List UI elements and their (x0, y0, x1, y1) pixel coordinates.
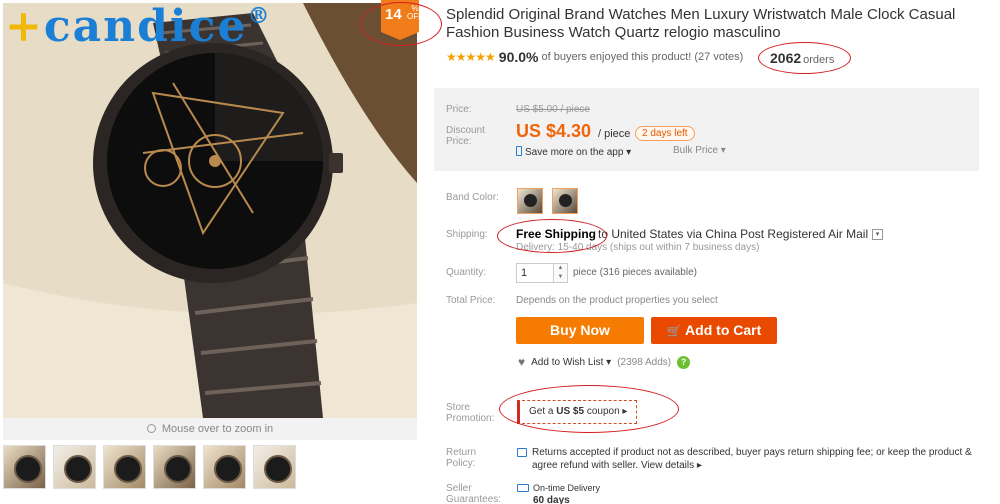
quantity-stepper[interactable]: ▲ ▼ (554, 263, 568, 283)
delivery-guarantee-days: 60 days (533, 495, 570, 504)
total-price-note: Depends on the product properties you se… (516, 295, 718, 306)
store-promotion-label: Store Promotion: (446, 402, 495, 424)
band-color-label: Band Color: (446, 192, 499, 203)
band-color-swatch-2[interactable] (552, 188, 578, 214)
bulk-price-link[interactable]: Bulk Price ▾ (673, 145, 726, 156)
zoom-hint: Mouse over to zoom in (3, 418, 417, 440)
seller-guarantees-label: Seller Guarantees: (446, 483, 502, 504)
thumbnail-4[interactable] (153, 445, 196, 489)
wish-list-adds: (2398 Adds) (617, 356, 672, 368)
help-icon[interactable]: ? (677, 355, 691, 369)
quantity-available: piece (316 pieces available) (573, 267, 697, 278)
return-policy-text[interactable]: Returns accepted if product not as descr… (532, 446, 972, 472)
heart-icon[interactable]: ♥ (518, 355, 525, 369)
brand-logo: +candice® (5, 3, 272, 52)
total-price-label: Total Price: (446, 295, 496, 306)
original-price: US $5.00 / piece (516, 104, 590, 115)
return-policy-label: Return Policy: (446, 447, 477, 469)
store-coupon-button[interactable]: Get a US $5 coupon ▸ (517, 400, 637, 424)
quantity-input[interactable]: 1 (516, 263, 554, 283)
shipping-dropdown-caret[interactable]: ▾ (872, 229, 883, 240)
watch-photo (3, 3, 417, 418)
rating-text: of buyers enjoyed this product! (27 vote… (541, 51, 744, 63)
thumbnail-2[interactable] (53, 445, 96, 489)
per-piece-label: / piece (598, 128, 631, 140)
add-to-cart-button[interactable]: 🛒 Add to Cart (651, 317, 777, 344)
thumbnail-6[interactable] (253, 445, 296, 489)
truck-icon (517, 484, 529, 492)
wish-list-row: ♥ Add to Wish List ▾ (2398 Adds) ? (518, 355, 691, 369)
thumbnail-3[interactable] (103, 445, 146, 489)
days-left-badge: 2 days left (635, 126, 695, 141)
thumbnail-5[interactable] (203, 445, 246, 489)
product-title: Splendid Original Brand Watches Men Luxu… (446, 6, 956, 41)
quantity-label: Quantity: (446, 267, 487, 278)
discount-badge: 14 % OFF (381, 0, 419, 40)
price-label: Price: (446, 104, 472, 115)
rating-row: ★★★★★ 90.0% of buyers enjoyed this produ… (446, 49, 743, 65)
free-shipping-text: Free Shipping (516, 227, 597, 241)
buy-now-button[interactable]: Buy Now (516, 317, 644, 344)
rating-percent: 90.0% (498, 49, 539, 65)
discount-price-label: Discount Price: (446, 125, 485, 147)
thumbnail-1[interactable] (3, 445, 46, 489)
thumbnail-strip (3, 445, 417, 491)
add-to-wish-list-link[interactable]: Add to Wish List ▾ (531, 357, 611, 368)
save-on-app-link[interactable]: Save more on the app ▾ (516, 145, 631, 158)
on-time-delivery-label: On-time Delivery (533, 483, 601, 493)
shipping-label: Shipping: (446, 229, 488, 240)
rating-stars[interactable]: ★★★★★ (446, 50, 496, 64)
cart-icon: 🛒 (666, 324, 682, 338)
shipping-destination: to United States via China Post Register… (598, 227, 869, 241)
band-color-swatch-1[interactable] (517, 188, 543, 214)
return-policy-icon (517, 448, 527, 457)
product-main-image[interactable]: +candice® (3, 3, 417, 418)
discount-price: US $4.30 (516, 121, 592, 141)
phone-icon (516, 146, 522, 156)
magnifier-icon (146, 424, 156, 433)
delivery-estimate: Delivery: 15-40 days (ships out within 7… (516, 242, 760, 253)
orders-count: 2062 orders (770, 50, 835, 66)
